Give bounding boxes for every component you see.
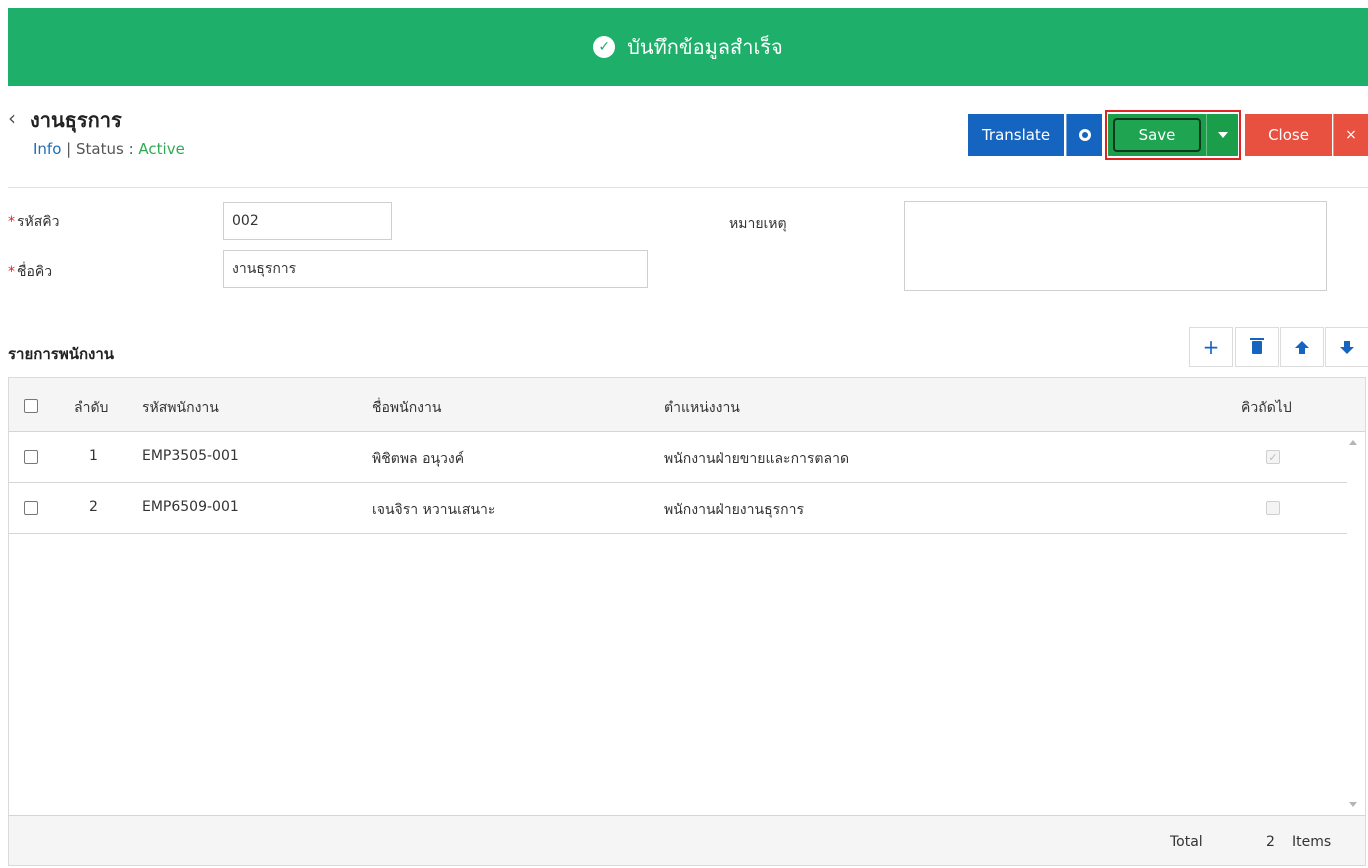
plus-icon: + [1202, 335, 1220, 359]
row-employee-code: EMP3505-001 [142, 448, 239, 464]
table-row[interactable]: 1 EMP3505-001 พิชิตพล อนุวงค์ พนักงานฝ่า… [9, 432, 1347, 483]
employee-list-title: รายการพนักงาน [8, 345, 115, 363]
queue-name-label: * ชื่อคิว [8, 261, 52, 283]
row-employee-name: พิชิตพล อนุวงค์ [372, 451, 465, 467]
delete-row-button[interactable] [1235, 327, 1279, 367]
table-row[interactable]: 2 EMP6509-001 เจนจิรา หวานเสนาะ พนักงานฝ… [9, 483, 1347, 534]
row-checkbox[interactable] [24, 501, 38, 515]
required-mark: * [8, 264, 15, 280]
column-header-next-queue[interactable]: คิวถัดไป [1241, 397, 1292, 419]
next-queue-checkbox [1266, 501, 1280, 515]
queue-name-label-text: ชื่อคิว [17, 264, 53, 280]
scroll-down-icon[interactable] [1349, 802, 1357, 807]
header-divider [8, 187, 1368, 188]
remark-label: หมายเหตุ [729, 216, 787, 232]
arrow-down-icon [1340, 340, 1354, 354]
success-banner: ✓ บันทึกข้อมูลสำเร็จ [8, 8, 1368, 86]
column-header-code[interactable]: รหัสพนักงาน [142, 397, 219, 419]
close-x-button[interactable]: × [1333, 114, 1368, 156]
save-button[interactable]: Save [1113, 118, 1201, 152]
globe-icon [1078, 129, 1091, 141]
record-subline: Info | Status : Active [33, 140, 185, 158]
scroll-up-icon[interactable] [1349, 440, 1357, 445]
add-row-button[interactable]: + [1189, 327, 1233, 367]
next-queue-checkbox-checked: ✓ [1266, 450, 1280, 464]
language-button[interactable] [1066, 114, 1102, 156]
row-position: พนักงานฝ่ายงานธุรการ [664, 502, 804, 518]
move-down-button[interactable] [1325, 327, 1368, 367]
row-employee-code: EMP6509-001 [142, 499, 239, 515]
trash-icon [1250, 337, 1264, 354]
column-header-no[interactable]: ลำดับ [74, 397, 108, 419]
status-badge: Active [138, 140, 185, 158]
save-options-button[interactable] [1206, 114, 1238, 156]
required-mark: * [8, 214, 15, 230]
column-header-name[interactable]: ชื่อพนักงาน [372, 397, 441, 419]
queue-code-field[interactable]: 002 [223, 202, 392, 240]
move-up-button[interactable] [1280, 327, 1324, 367]
arrow-up-icon [1295, 340, 1309, 354]
page-title: งานธุรการ [30, 108, 122, 132]
queue-code-label: * รหัสคิว [8, 211, 60, 233]
queue-name-field[interactable]: งานธุรการ [223, 250, 648, 288]
table-footer: Total 2 Items [9, 815, 1365, 865]
success-message: บันทึกข้อมูลสำเร็จ [627, 35, 783, 59]
app-frame: ✓ บันทึกข้อมูลสำเร็จ ‹ งานธุรการ Info | … [0, 0, 1368, 868]
remark-field[interactable] [904, 201, 1327, 291]
back-chevron-icon[interactable]: ‹ [8, 106, 16, 130]
items-label: Items [1292, 834, 1332, 850]
queue-code-label-text: รหัสคิว [17, 214, 60, 230]
status-label: Status : [76, 140, 134, 158]
row-position: พนักงานฝ่ายขายและการตลาด [664, 451, 850, 467]
row-employee-name: เจนจิรา หวานเสนาะ [372, 502, 496, 518]
row-no: 1 [89, 448, 98, 464]
total-label: Total [1170, 834, 1203, 850]
column-header-position[interactable]: ตำแหน่งงาน [664, 397, 740, 419]
translate-button[interactable]: Translate [968, 114, 1064, 156]
save-button-container: Save [1108, 114, 1206, 156]
check-circle-icon: ✓ [593, 36, 616, 58]
info-link[interactable]: Info [33, 140, 61, 158]
employee-table: ลำดับ รหัสพนักงาน ชื่อพนักงาน ตำแหน่งงาน… [8, 377, 1366, 866]
separator: | [66, 140, 72, 158]
row-no: 2 [89, 499, 98, 515]
close-button[interactable]: Close [1245, 114, 1332, 156]
caret-down-icon [1217, 132, 1228, 138]
select-all-checkbox[interactable] [24, 399, 38, 413]
total-count: 2 [1266, 834, 1275, 850]
table-header: ลำดับ รหัสพนักงาน ชื่อพนักงาน ตำแหน่งงาน… [9, 378, 1365, 432]
row-checkbox[interactable] [24, 450, 38, 464]
